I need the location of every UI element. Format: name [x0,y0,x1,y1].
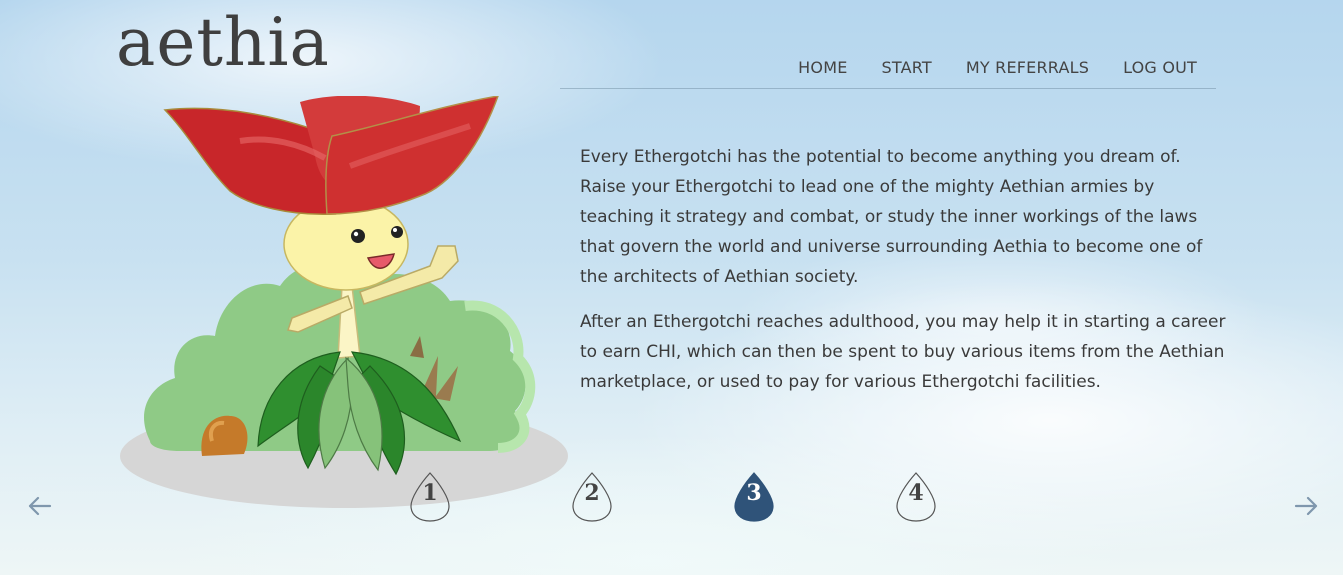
nav-start[interactable]: START [882,58,932,77]
page-1-label: 1 [422,480,438,506]
main-nav: HOME START MY REFERRALS LOG OUT [560,52,1216,89]
ethergotchi-flower-illustration [120,96,568,508]
aethia-logo[interactable]: aethia [116,10,330,76]
nav-log-out[interactable]: LOG OUT [1123,58,1197,77]
page-2-button[interactable]: 2 [572,472,612,522]
page-3-label: 3 [746,480,762,506]
page-4-button[interactable]: 4 [896,472,936,522]
nav-my-referrals[interactable]: MY REFERRALS [966,58,1089,77]
nav-home[interactable]: HOME [798,58,847,77]
paragraph-career: After an Ethergotchi reaches adulthood, … [580,312,1226,392]
page-4-label: 4 [908,480,924,506]
page-3-button[interactable]: 3 [734,472,774,522]
page-2-label: 2 [584,480,600,506]
paragraph-potential: Every Ethergotchi has the potential to b… [580,147,1203,287]
page-1-button[interactable]: 1 [410,472,450,522]
intro-content: Every Ethergotchi has the potential to b… [580,142,1230,412]
page-pager: 1 2 3 4 [0,472,1343,524]
